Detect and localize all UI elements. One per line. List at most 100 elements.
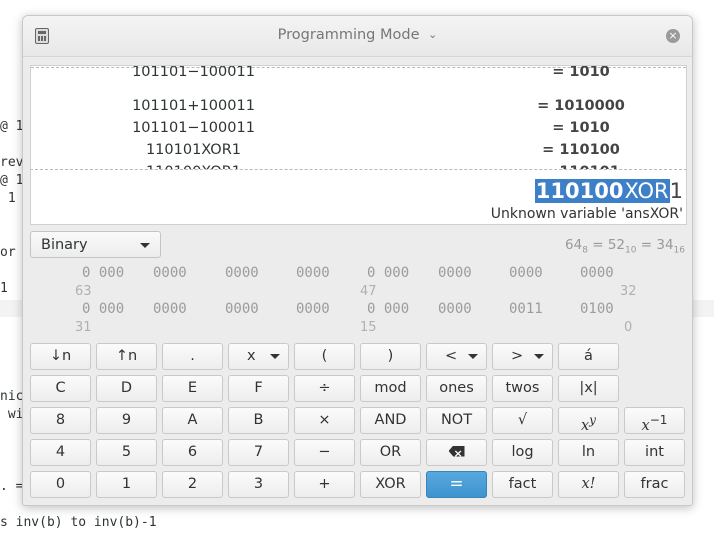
factorial-button[interactable]: x! (558, 471, 619, 498)
bit-group[interactable]: 0000 (438, 301, 472, 317)
variable-x-label: x (247, 348, 256, 364)
history-row[interactable]: 101101−100011 = 1010 (31, 66, 686, 88)
selected-text: XOR (624, 179, 670, 203)
bit-group[interactable]: 0000 (296, 265, 330, 281)
shift-right-button[interactable]: ↑n (96, 343, 157, 370)
bit-group[interactable]: 0000 (153, 301, 187, 317)
reciprocal-base-label: x (641, 417, 650, 434)
number-base-select[interactable]: Binary (30, 231, 161, 258)
ones-complement-button[interactable]: ones (426, 375, 487, 402)
reciprocal-button[interactable]: x−1 (624, 407, 685, 434)
digit-5-button[interactable]: 5 (96, 439, 157, 466)
integer-button[interactable]: int (624, 439, 685, 466)
close-paren-button[interactable]: ) (360, 343, 421, 370)
bit-group[interactable]: 0 000 (367, 265, 409, 281)
history-row[interactable]: 101101−100011 = 1010 (31, 109, 686, 136)
reciprocal-exponent-label: −1 (649, 413, 668, 427)
square-root-button[interactable]: √ (492, 407, 553, 434)
bit-index: 32 (620, 284, 637, 299)
calculator-window: Programming Mode ⌄ × 101101−100011 = 101… (22, 15, 693, 506)
background-text: or (0, 245, 24, 260)
xor-button[interactable]: XOR (360, 471, 421, 498)
digit-b-button[interactable]: B (228, 407, 289, 434)
digit-9-button[interactable]: 9 (96, 407, 157, 434)
variable-x-menu-button[interactable]: x (228, 343, 289, 370)
bit-group[interactable]: 0000 (225, 265, 259, 281)
digit-6-button[interactable]: 6 (162, 439, 223, 466)
bit-group[interactable]: 0000 (580, 265, 614, 281)
subtract-button[interactable]: − (294, 439, 355, 466)
digit-3-button[interactable]: 3 (228, 471, 289, 498)
mod-button[interactable]: mod (360, 375, 421, 402)
bit-group[interactable]: 0 000 (82, 301, 124, 317)
natural-log-button[interactable]: ln (558, 439, 619, 466)
log-button[interactable]: log (492, 439, 553, 466)
background-text: nic (0, 389, 24, 404)
background-text: @ 1 (0, 119, 24, 134)
digit-1-button[interactable]: 1 (96, 471, 157, 498)
history-view[interactable]: 101101−100011 = 1010 101101+100011 = 101… (30, 65, 687, 185)
digit-c-button[interactable]: C (30, 375, 91, 402)
bit-index: 31 (75, 320, 92, 335)
bit-group[interactable]: 0 000 (367, 301, 409, 317)
digit-0-button[interactable]: 0 (30, 471, 91, 498)
less-than-menu-button[interactable]: < (426, 343, 487, 370)
backspace-icon (448, 445, 465, 457)
factorize-button[interactable]: fact (492, 471, 553, 498)
history-row[interactable]: 101101+100011 = 1010000 (31, 87, 686, 114)
conversion-subscript: 10 (625, 245, 637, 256)
bit-group[interactable]: 0100 (580, 301, 614, 317)
shift-left-button[interactable]: ↓n (30, 343, 91, 370)
digit-2-button[interactable]: 2 (162, 471, 223, 498)
add-button[interactable]: + (294, 471, 355, 498)
greater-than-label: > (511, 348, 524, 364)
expression-entry[interactable]: 110100XOR1 Unknown variable 'ansXOR' (30, 169, 687, 225)
digit-4-button[interactable]: 4 (30, 439, 91, 466)
bit-group[interactable]: 0 000 (82, 265, 124, 281)
bit-index: 47 (360, 284, 377, 299)
divide-button[interactable]: ÷ (294, 375, 355, 402)
mode-menu-button[interactable]: Programming Mode ⌄ (23, 27, 692, 43)
conversion-subscript: 16 (673, 245, 685, 256)
digit-8-button[interactable]: 8 (30, 407, 91, 434)
decimal-point-button[interactable]: . (162, 343, 223, 370)
background-text: 1 (0, 281, 8, 296)
not-button[interactable]: NOT (426, 407, 487, 434)
and-button[interactable]: AND (360, 407, 421, 434)
close-icon: × (668, 29, 678, 42)
twos-complement-button[interactable]: twos (492, 375, 553, 402)
history-result: = 1010 (552, 65, 610, 80)
bit-group[interactable]: 0011 (509, 301, 543, 317)
backspace-button[interactable] (426, 439, 487, 466)
close-button[interactable]: × (666, 29, 680, 43)
status-message: Unknown variable 'ansXOR' (490, 206, 683, 222)
history-row[interactable]: 110101XOR1 = 110100 (31, 131, 686, 158)
digit-a-button[interactable]: A (162, 407, 223, 434)
fraction-button[interactable]: frac (624, 471, 685, 498)
open-paren-button[interactable]: ( (294, 343, 355, 370)
background-text: @ 1 (0, 173, 24, 188)
equals-button[interactable]: = (426, 471, 487, 498)
background-text: 1 (0, 191, 16, 206)
bit-index: 0 (624, 320, 633, 335)
power-base-label: x (580, 417, 590, 434)
power-button[interactable]: xy (558, 407, 619, 434)
bit-group[interactable]: 0000 (296, 301, 330, 317)
or-button[interactable]: OR (360, 439, 421, 466)
expression-text[interactable]: 110100XOR1 (534, 178, 683, 204)
digit-7-button[interactable]: 7 (228, 439, 289, 466)
bit-group[interactable]: 0000 (225, 301, 259, 317)
multiply-button[interactable]: × (294, 407, 355, 434)
digit-e-button[interactable]: E (162, 375, 223, 402)
dropdown-arrow-icon (140, 243, 150, 248)
absolute-value-button[interactable]: |x| (558, 375, 619, 402)
greater-than-menu-button[interactable]: > (492, 343, 553, 370)
bit-group[interactable]: 0000 (509, 265, 543, 281)
bit-group[interactable]: 0000 (153, 265, 187, 281)
digit-d-button[interactable]: D (96, 375, 157, 402)
unselected-text: 1 (669, 179, 683, 203)
character-button[interactable]: á (558, 343, 619, 370)
digit-f-button[interactable]: F (228, 375, 289, 402)
title-bar[interactable]: Programming Mode ⌄ × (23, 16, 692, 57)
bit-group[interactable]: 0000 (438, 265, 472, 281)
